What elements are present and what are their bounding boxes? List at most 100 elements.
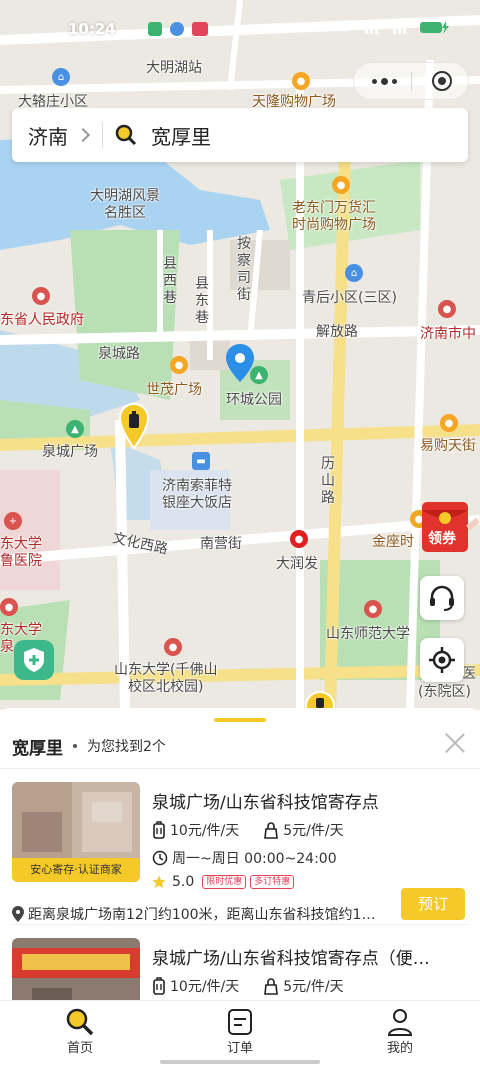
map-label: 县 西 巷	[163, 256, 177, 306]
tab-profile[interactable]: 我的	[360, 1007, 440, 1056]
bag-icon	[264, 978, 279, 995]
miniprogram-capsule	[353, 62, 469, 100]
sheet-title: 宽厚里	[12, 738, 63, 759]
results-sheet: 宽厚里 为您找到2个 安心寄存·认证商家 泉城广场/山东省科技馆寄存点 10元/…	[0, 708, 480, 1000]
map-label: 济南市中	[420, 326, 476, 342]
coupon-red-packet[interactable]: 领券	[420, 498, 480, 554]
poi-school-icon: ●	[0, 598, 18, 616]
opening-hours: 周一~周日 00:00~24:00	[172, 851, 337, 867]
results-count: 为您找到2个	[87, 739, 166, 755]
book-button[interactable]: 预订	[401, 888, 465, 920]
location-pin-icon	[226, 344, 254, 382]
map-label: 山东师范大学	[326, 626, 410, 642]
luggage-icon	[153, 821, 165, 839]
search-input[interactable]	[149, 122, 453, 148]
hours-row: 周一~周日 00:00~24:00	[152, 848, 337, 868]
app-notification-icon	[170, 22, 184, 36]
bag-icon	[264, 822, 279, 839]
address-row: 距离泉城广场南12门约100米，距离山东省科技馆约1…	[12, 904, 392, 924]
map-label: 按 察 司 街	[237, 236, 251, 303]
poi-hotel-icon: ▬	[192, 452, 210, 470]
status-bar: 10:24	[0, 0, 480, 60]
close-icon[interactable]	[444, 732, 466, 754]
result-card[interactable]: 泉城广场/山东省科技馆寄存点（便… 10元/件/天 5元/件/天	[12, 938, 468, 1000]
store-title: 泉城广场/山东省科技馆寄存点（便…	[152, 949, 430, 969]
poi-gov-icon: ●	[32, 287, 50, 305]
poi-store-icon: ●	[290, 530, 308, 548]
map-label: 世茂广场	[146, 382, 202, 398]
poi-home-icon: ⌂	[52, 68, 70, 86]
poi-hospital-icon: +	[4, 512, 22, 530]
crosshair-icon	[429, 647, 455, 673]
poi-shopping-icon: ●	[170, 356, 188, 374]
wifi-icon	[336, 20, 354, 32]
map-label: 泉城路	[98, 346, 140, 362]
more-icon[interactable]	[372, 78, 397, 85]
tab-orders[interactable]: 订单	[200, 1007, 280, 1056]
map-label: 青后小区(三区)	[302, 290, 397, 306]
price-bag: 5元/件/天	[283, 979, 344, 995]
storage-marker-icon[interactable]	[118, 402, 150, 452]
home-indicator	[160, 1060, 320, 1064]
tab-label: 订单	[226, 1041, 253, 1056]
locate-me-button[interactable]	[420, 638, 464, 682]
map-label: 医	[462, 666, 476, 682]
price-bag: 5元/件/天	[283, 823, 344, 839]
storage-marker-icon[interactable]	[304, 690, 336, 710]
price-luggage: 10元/件/天	[170, 979, 240, 995]
map-view[interactable]: ⌂ ● ● ⌂ ● ● ● ▲ ▲ ● ▬ + ● ● ● ● ● 大明湖站 大…	[0, 0, 480, 710]
signal-icon	[393, 23, 406, 34]
tab-bar: 首页 订单 我的	[0, 1000, 480, 1067]
price-row: 10元/件/天 5元/件/天	[152, 820, 344, 840]
tab-label: 我的	[386, 1041, 413, 1056]
map-label: 泉城广场	[42, 444, 98, 460]
tab-label: 首页	[66, 1041, 93, 1056]
rating-row: 5.0 限时优惠 多订特惠	[152, 874, 295, 890]
map-label: 大润发	[276, 556, 318, 572]
sheet-drag-handle[interactable]	[214, 718, 266, 722]
customer-service-button[interactable]	[420, 576, 464, 620]
luggage-icon	[153, 977, 165, 995]
map-label: 解放路	[316, 324, 358, 340]
app-notification-icon	[192, 22, 208, 36]
rating-value: 5.0	[172, 874, 195, 890]
map-label: 历 山 路	[321, 456, 335, 506]
result-card[interactable]: 安心寄存·认证商家 泉城广场/山东省科技馆寄存点 10元/件/天 5元/件/天 …	[12, 782, 468, 924]
sheet-header: 宽厚里 为您找到2个	[12, 734, 166, 759]
map-label: 南营街	[200, 536, 242, 552]
close-miniprogram-icon[interactable]	[432, 71, 452, 91]
store-photo	[12, 938, 140, 1000]
map-label: (东院区)	[418, 684, 471, 700]
battery-icon	[420, 21, 449, 34]
map-label: 环城公园	[226, 392, 282, 408]
city-selector[interactable]: 济南	[28, 121, 68, 150]
coupon-label: 领券	[428, 531, 456, 547]
shield-icon	[24, 648, 44, 672]
map-label: 山东大学(千佛山 校区北校园)	[114, 662, 218, 695]
search-bar: 济南	[12, 108, 468, 162]
map-label: 金座时	[372, 534, 414, 550]
location-icon	[12, 906, 24, 922]
price-luggage: 10元/件/天	[170, 823, 240, 839]
search-icon	[66, 1008, 94, 1036]
promo-badge: 多订特惠	[250, 875, 295, 889]
headset-icon	[430, 585, 454, 611]
map-label: 县 东 巷	[195, 276, 209, 326]
store-address: 距离泉城广场南12门约100米，距离山东省科技馆约1…	[28, 907, 376, 923]
clock-icon	[152, 850, 168, 866]
chevron-right-icon[interactable]	[75, 127, 91, 143]
map-label: 东省人民政府	[0, 312, 84, 328]
app-notification-icon	[148, 22, 162, 36]
map-label: 济南索菲特 银座大饭店	[162, 478, 232, 511]
poi-home-icon: ⌂	[345, 264, 363, 282]
security-shield-button[interactable]	[14, 640, 54, 680]
merchant-tag: 安心寄存·认证商家	[12, 858, 140, 882]
store-title: 泉城广场/山东省科技馆寄存点	[152, 793, 379, 813]
tab-home[interactable]: 首页	[40, 1007, 120, 1056]
poi-shopping-icon: ●	[332, 176, 350, 194]
map-label: 大明湖风景 名胜区	[90, 188, 160, 221]
status-icons	[336, 20, 450, 34]
poi-shopping-icon: ●	[440, 414, 458, 432]
profile-icon	[387, 1009, 413, 1036]
star-icon	[152, 875, 166, 888]
